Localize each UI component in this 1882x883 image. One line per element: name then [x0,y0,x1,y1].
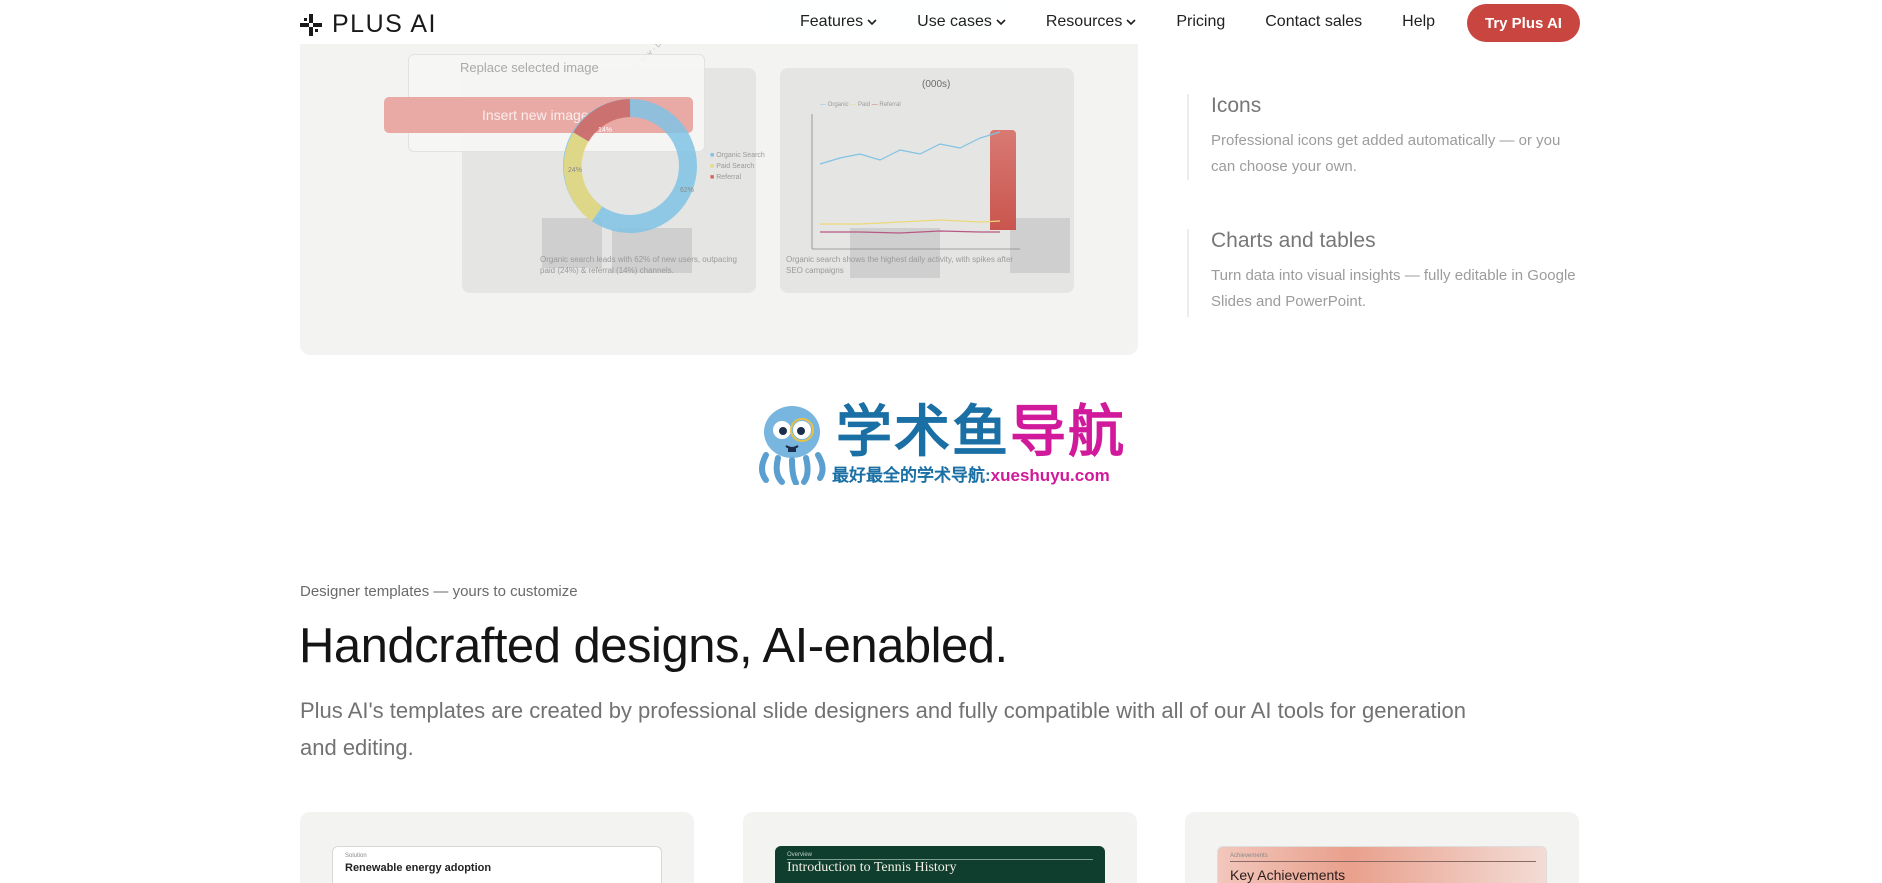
line-legend: — Organic — Paid — Referral [820,102,901,108]
nav-item-use-cases[interactable]: Use cases [917,13,1006,31]
template-slide-preview: Solution Renewable energy adoption [332,846,662,883]
nav-item-contact-sales[interactable]: Contact sales [1265,13,1362,31]
section-lede: Plus AI's templates are created by profe… [300,698,1466,760]
nav-item-label: Features [800,13,864,30]
template-card[interactable]: Overview Introduction to Tennis History [743,812,1137,883]
slide-kicker: Overview [787,852,813,858]
feature-description: Turn data into visual insights — fully e… [1211,267,1576,310]
donut-legend-item: ■ Paid Search [710,163,755,170]
donut-chart: 14% 24% 62% [563,99,697,233]
donut-label-referral: 14% [598,127,612,134]
line-unit-label: (000s) [922,79,951,90]
line-series-organic [819,131,1001,165]
nav-item-resources[interactable]: Resources [1046,13,1136,31]
nav-links: Features Use cases Resources Pricing Con… [800,0,1435,44]
feature-title: Charts and tables [1211,229,1376,252]
watermark: 学术鱼导航 最好最全的学术导航:xueshuyu.com [752,400,1132,485]
donut-label-paid: 24% [568,167,582,174]
nav-item-help[interactable]: Help [1402,13,1435,31]
nav-item-label: Resources [1045,13,1123,30]
nav-item-pricing[interactable]: Pricing [1176,13,1225,31]
top-navigation: PLUS AI Features Use cases Resources Pri… [0,0,1882,44]
section-eyebrow: Designer templates — yours to customize [300,583,578,600]
donut-legend-item: ■ Referral [710,174,742,181]
feature-charts-tables: Charts and tables Turn data into visual … [1187,229,1587,317]
line-chart: — Organic — Paid — Referral [811,102,1020,250]
feature-description: Professional icons get added automatical… [1211,132,1561,175]
brand-logo[interactable]: PLUS AI [300,10,437,39]
watermark-subtitle: 最好最全的学术导航:xueshuyu.com [832,466,1110,485]
donut-legend-item: ■ Organic Search [710,152,765,159]
chevron-down-icon [996,19,1006,26]
nav-item-label: Help [1402,13,1436,30]
feature-icons: Icons Professional icons get added autom… [1187,94,1587,180]
slide-title: Renewable energy adoption [345,862,492,874]
template-card[interactable]: Solution Renewable energy adoption [300,812,694,883]
nav-item-label: Contact sales [1265,13,1363,30]
chevron-down-icon [1126,19,1136,26]
octopus-mascot-icon [759,406,826,485]
brand-name: PLUS AI [332,10,437,38]
donut-caption: Organic search leads with 62% of new use… [540,255,737,275]
chevron-down-icon [867,19,877,26]
watermark-title: 学术鱼导航 [836,400,1126,463]
line-series-referral [820,230,1000,234]
feature-illustration: Aug · Sep · Octo · Nov · Dec · Jan · Feb… [300,0,1138,355]
donut-slice-paid [563,132,603,222]
template-slide-preview: Overview Introduction to Tennis History [775,846,1105,883]
replace-image-menu-item[interactable]: Replace selected image [460,60,599,75]
template-card[interactable]: Achievements Key Achievements [1185,812,1579,883]
plus-ai-logo-icon [300,13,322,36]
nav-item-label: Pricing [1176,13,1226,30]
slide-title: Key Achievements [1230,867,1346,883]
nav-item-features[interactable]: Features [800,13,877,31]
template-slide-preview: Achievements Key Achievements [1217,846,1547,883]
feature-title: Icons [1211,94,1262,117]
slide-kicker: Solution [345,853,367,859]
donut-label-organic: 62% [680,187,694,194]
donut-legend: ■ Organic Search ■ Paid Search ■ Referra… [710,150,765,183]
section-headline: Handcrafted designs, AI-enabled. [299,619,1008,673]
line-series-paid [820,219,1001,225]
slide-title: Introduction to Tennis History [787,860,957,875]
slide-kicker: Achievements [1230,853,1268,859]
nav-item-label: Use cases [917,13,992,30]
try-plus-ai-button[interactable]: Try Plus AI [1467,4,1580,42]
